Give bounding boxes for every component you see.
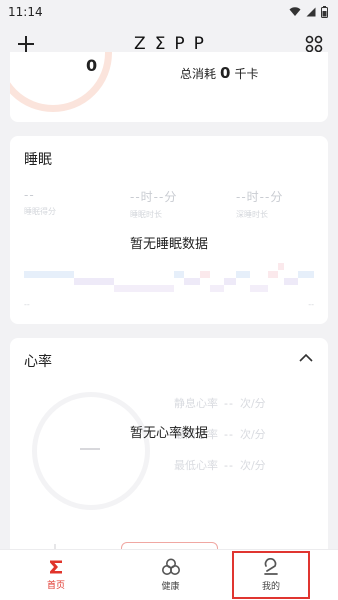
deep-sleep-stat: --时--分 深睡时长 — [236, 188, 283, 220]
health-rings-icon — [161, 558, 180, 575]
collapse-button[interactable] — [296, 347, 316, 367]
min-hr-value: -- — [224, 459, 234, 472]
sleep-end-time: -- — [308, 300, 314, 309]
activity-card[interactable]: 0 总消耗 0 千卡 — [10, 52, 328, 122]
plus-icon — [18, 36, 34, 52]
deep-sleep-value: --时--分 — [236, 190, 284, 204]
sleep-duration-stat: --时--分 睡眠时长 — [130, 188, 177, 220]
sleep-stage-graph — [24, 263, 314, 292]
sleep-stats: -- 睡眠得分 --时--分 睡眠时长 --时--分 深睡时长 — [24, 188, 314, 220]
app-logo: ZΣPP — [134, 34, 213, 54]
calorie-value: 0 — [220, 64, 231, 82]
sleep-score-stat: -- 睡眠得分 — [24, 188, 56, 217]
nav-profile[interactable]: 我的 — [232, 551, 310, 599]
heart-rate-empty-text: 暂无心率数据 — [130, 426, 209, 441]
resting-hr-unit: 次/分 — [239, 397, 266, 410]
nav-health[interactable]: 健康 — [112, 550, 229, 600]
sleep-duration-value: --时--分 — [130, 190, 178, 204]
heart-rate-card[interactable]: 心率 静息心率 -- 次/分 最高心率 -- 次/分 最低心率 -- 次/分 暂… — [10, 338, 328, 563]
grid-icon — [305, 35, 323, 53]
max-hr-value: -- — [224, 428, 234, 441]
wifi-icon — [289, 7, 301, 17]
sleep-score-value: -- — [24, 188, 35, 202]
zepp-sigma-icon — [50, 560, 62, 574]
min-hr-stat: 最低心率 -- 次/分 — [174, 457, 266, 488]
sleep-empty-text: 暂无睡眠数据 — [129, 237, 208, 252]
nav-profile-label: 我的 — [261, 582, 280, 592]
battery-icon — [321, 6, 328, 18]
status-bar: 11:14 — [0, 0, 338, 24]
min-hr-unit: 次/分 — [239, 459, 266, 472]
activity-ring-value: 0 — [86, 56, 98, 75]
nav-health-label: 健康 — [161, 582, 180, 592]
sleep-start-time: -- — [24, 300, 30, 309]
sleep-duration-label: 睡眠时长 — [130, 210, 162, 219]
nav-home-label: 首页 — [46, 581, 65, 591]
min-hr-label: 最低心率 — [174, 459, 218, 472]
sleep-time-axis: -- -- — [24, 300, 314, 309]
calorie-label: 总消耗 — [180, 67, 217, 81]
max-hr-unit: 次/分 — [239, 428, 266, 441]
deep-sleep-label: 深睡时长 — [236, 210, 268, 219]
resting-hr-label: 静息心率 — [174, 397, 218, 410]
sleep-score-label: 睡眠得分 — [24, 207, 56, 216]
calorie-summary: 总消耗 0 千卡 — [180, 64, 258, 82]
heart-rate-ring — [32, 392, 150, 510]
resting-hr-value: -- — [224, 397, 234, 410]
status-icons — [289, 6, 328, 18]
calorie-unit: 千卡 — [234, 67, 259, 81]
heart-rate-title: 心率 — [24, 354, 52, 370]
signal-icon — [306, 7, 316, 17]
heart-rate-stats: 静息心率 -- 次/分 最高心率 -- 次/分 最低心率 -- 次/分 — [174, 395, 266, 488]
bottom-nav: 首页 健康 我的 — [0, 549, 338, 600]
heart-rate-ring-value — [80, 448, 100, 450]
status-time: 11:14 — [8, 5, 43, 19]
nav-home[interactable]: 首页 — [0, 550, 112, 600]
sleep-card[interactable]: 睡眠 -- 睡眠得分 --时--分 睡眠时长 --时--分 深睡时长 暂无睡眠数… — [10, 136, 328, 324]
profile-icon — [264, 558, 278, 575]
sleep-title: 睡眠 — [24, 152, 52, 168]
chevron-up-icon — [299, 353, 313, 362]
